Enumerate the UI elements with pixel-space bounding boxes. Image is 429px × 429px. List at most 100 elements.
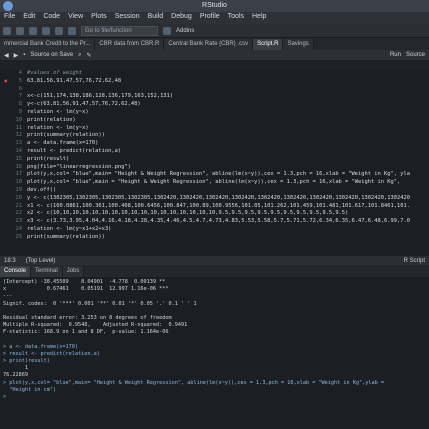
menu-edit[interactable]: Edit: [23, 13, 35, 24]
line-number: 17: [15, 171, 23, 178]
grid-icon[interactable]: [163, 26, 171, 35]
tab-terminal[interactable]: Terminal: [31, 266, 63, 277]
menu-debug[interactable]: Debug: [171, 13, 192, 24]
line-number: 22: [15, 210, 23, 217]
code-line[interactable]: 8 y<-c(63,81,56,91,47,57,76,72,62,48): [0, 101, 429, 109]
code-text: x1 <- c(100.0861,100.361,100.408,100.645…: [27, 202, 410, 209]
line-number: 18: [15, 179, 23, 186]
run-button[interactable]: Run: [390, 52, 401, 58]
source-button[interactable]: Source: [406, 52, 425, 58]
goto-file-input[interactable]: Go to file/function: [81, 25, 158, 36]
cursor-position: 18:3: [4, 257, 16, 264]
menu-tools[interactable]: Tools: [228, 13, 244, 24]
code-line[interactable]: 10 print(relation): [0, 117, 429, 125]
console-line: > print(result): [3, 358, 50, 365]
line-number: 14: [15, 147, 23, 154]
console-line: x 0.67461 0.05191 12.997 1.16e-06 ***: [3, 286, 169, 293]
code-line[interactable]: 19 dev.off(): [0, 187, 429, 195]
code-text: y <- c(1302305,1302305,1302305,1302305,1…: [27, 194, 410, 201]
source-on-save-checkbox[interactable]: Source on Save: [30, 52, 73, 58]
code-line[interactable]: 4 #values of weight: [0, 70, 429, 78]
scope-indicator[interactable]: (Top Level): [26, 258, 56, 264]
tab-console[interactable]: Console: [0, 266, 32, 277]
code-text: x<-c(151,174,138,186,128,136,179,163,152…: [27, 93, 174, 100]
code-line[interactable]: 24 relation <- lm(y~x1+x2+x3): [0, 226, 429, 234]
code-text: print(summary(relation)): [27, 132, 105, 139]
code-line[interactable]: 9 relation <- lm(y~x): [0, 109, 429, 117]
line-number: 25: [15, 233, 23, 240]
console-line: (Intercept) -38.45509 8.04901 -4.778 0.0…: [3, 279, 166, 285]
code-line[interactable]: 5 63,81,56,91,47,57,76,72,62,48: [0, 78, 429, 86]
print-icon[interactable]: [68, 26, 76, 35]
line-number: 9: [18, 108, 22, 115]
console-line: 76.22869: [3, 372, 28, 379]
menu-code[interactable]: Code: [43, 13, 60, 24]
code-line[interactable]: 7 x<-c(151,174,138,186,128,136,179,163,15…: [0, 93, 429, 101]
menu-build[interactable]: Build: [148, 13, 164, 24]
code-text: print(summary(relation)): [27, 233, 105, 240]
line-number: 24: [15, 225, 23, 232]
code-line[interactable]: 14 result <- predict(relation,a): [0, 148, 429, 156]
tab-savings[interactable]: Savings: [283, 39, 314, 50]
code-line[interactable]: 20 y <- c(1302305,1302305,1302305,1302305…: [0, 195, 429, 203]
code-line[interactable]: 25 print(summary(relation)): [0, 234, 429, 242]
menu-view[interactable]: View: [68, 13, 83, 24]
search-icon[interactable]: ⌕: [78, 52, 81, 59]
filetype-indicator[interactable]: R Script: [404, 258, 425, 264]
save-icon[interactable]: [42, 26, 50, 35]
code-line[interactable]: 11 relation <- lm(y~x): [0, 125, 429, 133]
menu-bar: File Edit Code View Plots Session Build …: [0, 12, 429, 24]
tab-jobs[interactable]: Jobs: [62, 266, 85, 277]
code-text: relation <- lm(y~x1+x2+x3): [27, 225, 112, 232]
line-number: 13: [15, 140, 23, 147]
line-number: 10: [15, 116, 23, 123]
addins-menu[interactable]: Addins: [176, 28, 194, 34]
tab-script[interactable]: Script.R: [253, 39, 284, 50]
console-line: Multiple R-squared: 0.9548, Adjusted R-s…: [3, 322, 188, 329]
code-line[interactable]: 15 print(result): [0, 156, 429, 164]
console-tabs: Console Terminal Jobs: [0, 265, 429, 277]
console-line: ---: [3, 293, 13, 300]
code-line[interactable]: 13 a <- data.frame(x=170): [0, 140, 429, 148]
code-line[interactable]: 12 print(summary(relation)): [0, 132, 429, 140]
editor-tabs: mmercial Bank Credit to the Pr... CBR da…: [0, 38, 429, 50]
line-number: 23: [15, 218, 23, 225]
line-number: 16: [15, 163, 23, 170]
code-text: plot(y,x,col= "blue",main = "Height & We…: [27, 179, 401, 186]
code-editor[interactable]: ✖ 4 #values of weight 5 63,81,56,91,47,57,7…: [0, 70, 429, 255]
console-line: Residual standard error: 3.253 on 8 degr…: [3, 314, 172, 321]
menu-file[interactable]: File: [4, 13, 15, 24]
menu-session[interactable]: Session: [115, 13, 140, 24]
console-line: F-statistic: 168.9 on 1 and 8 DF, p-valu…: [3, 329, 169, 336]
save-icon[interactable]: ▪: [23, 52, 25, 58]
code-text: y<-c(63,81,56,91,47,57,76,72,62,48): [27, 101, 141, 108]
open-file-icon[interactable]: [29, 26, 37, 35]
code-text: result <- predict(relation,a): [27, 147, 122, 154]
code-line[interactable]: 18 plot(y,x,col= "blue",main = "Height &…: [0, 179, 429, 187]
code-line[interactable]: 17 plot(y,x,col= "blue",main= "Height & W…: [0, 171, 429, 179]
code-line[interactable]: 23 x3 <- c(3.73,3.95,4.04,4.16,4.18,4.28,…: [0, 218, 429, 226]
wand-icon[interactable]: ✎: [86, 52, 91, 59]
forward-arrow-icon[interactable]: ▶: [14, 52, 19, 59]
line-number: 6: [18, 85, 22, 92]
code-text: print(relation): [27, 116, 76, 123]
menu-help[interactable]: Help: [252, 13, 266, 24]
console-output[interactable]: (Intercept) -38.45509 8.04901 -4.778 0.0…: [0, 277, 429, 429]
back-arrow-icon[interactable]: ◀: [4, 52, 9, 59]
tab-central-bank-rate[interactable]: Central Bank Rate (CBR) .csv: [164, 39, 254, 50]
menu-profile[interactable]: Profile: [200, 13, 220, 24]
code-line[interactable]: 21 x1 <- c(100.0861,100.361,100.408,100.6…: [0, 203, 429, 211]
code-text: dev.off(): [27, 186, 57, 193]
new-file-icon[interactable]: [3, 26, 11, 35]
code-line[interactable]: 6: [0, 86, 429, 94]
code-line[interactable]: 22 x2 <- c(10,10,10,10,10,10,10,10,10,10,…: [0, 210, 429, 218]
tab-commercial-bank[interactable]: mmercial Bank Credit to the Pr...: [0, 39, 96, 50]
code-line[interactable]: 16 png(file="linearregression.png"): [0, 164, 429, 172]
save-all-icon[interactable]: [55, 26, 63, 35]
tab-cbr-data[interactable]: CBR data from CBR.R: [95, 39, 165, 50]
open-project-icon[interactable]: [16, 26, 24, 35]
menu-plots[interactable]: Plots: [91, 13, 107, 24]
code-text: 63,81,56,91,47,57,76,72,62,48: [27, 77, 122, 84]
